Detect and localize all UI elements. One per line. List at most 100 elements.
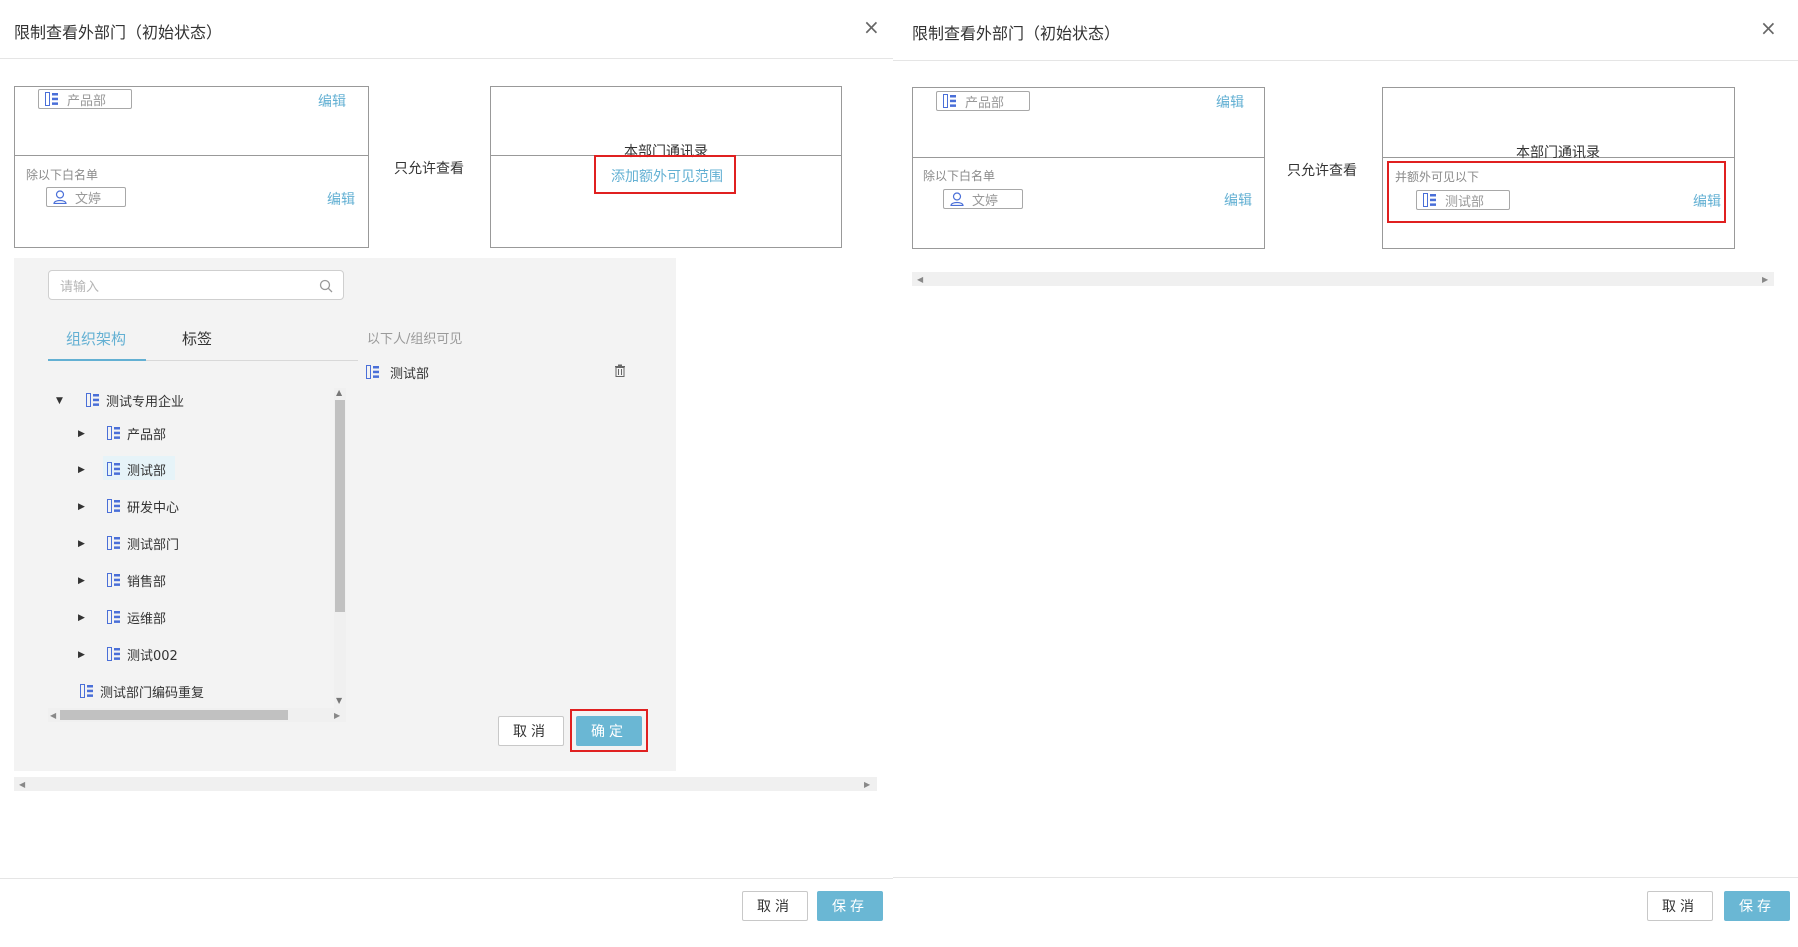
scroll-left-arrow-icon[interactable]: ◀ <box>50 711 56 720</box>
dept-icon <box>366 365 379 379</box>
highlight-box <box>570 709 648 752</box>
close-icon[interactable]: × <box>863 17 880 37</box>
tree-node[interactable]: 测试002 <box>107 643 178 665</box>
tab-org-structure[interactable]: 组织架构 <box>66 328 126 349</box>
tree-node-label: 测试002 <box>127 648 178 664</box>
dept-icon <box>107 499 120 513</box>
save-button[interactable]: 保存 <box>1724 891 1790 921</box>
dept-icon <box>1423 193 1436 207</box>
edit-link[interactable]: 编辑 <box>318 91 346 111</box>
dept-icon <box>107 462 120 476</box>
expand-caret-icon[interactable]: ▶ <box>78 429 85 439</box>
edit-link[interactable]: 编辑 <box>1224 190 1252 210</box>
tree-node[interactable]: 测试部 <box>107 458 166 480</box>
tree-horizontal-scrollbar[interactable]: ◀ ▶ <box>48 708 346 722</box>
expand-caret-icon[interactable]: ▶ <box>78 539 85 549</box>
search-icon <box>319 279 333 293</box>
dept-icon <box>80 684 93 698</box>
tree-node-label: 测试专用企业 <box>106 394 185 410</box>
expand-caret-icon[interactable]: ▶ <box>78 613 85 623</box>
expand-caret-icon[interactable]: ▶ <box>78 502 85 512</box>
tree-node[interactable]: 研发中心 <box>107 495 179 517</box>
right-dialog: 限制查看外部门（初始状态） × 产品部 编辑 除以下白名单 文婷 编辑 只允许查… <box>893 0 1798 947</box>
user-tag-label: 文婷 <box>75 191 102 207</box>
tree-node[interactable]: 测试专用企业 <box>86 389 184 411</box>
scroll-right-arrow-icon[interactable]: ▶ <box>864 780 870 789</box>
selected-item-label: 测试部 <box>390 366 430 382</box>
scroll-down-arrow-icon[interactable]: ▼ <box>336 696 342 705</box>
dept-icon <box>107 426 120 440</box>
only-allow-label: 只允许查看 <box>1287 163 1357 179</box>
selected-item: 测试部 <box>366 361 429 383</box>
dept-icon <box>45 92 58 106</box>
close-icon[interactable]: × <box>1760 18 1777 38</box>
footer-divider <box>893 877 1798 878</box>
dept-tag: 产品部 <box>936 91 1030 111</box>
tab-divider <box>146 360 358 361</box>
whitelist-label: 除以下白名单 <box>923 169 996 183</box>
tree-node-label: 测试部门编码重复 <box>100 685 205 701</box>
search-box[interactable] <box>48 270 344 300</box>
tree-node-label: 测试部门 <box>127 537 180 553</box>
tree-vertical-scrollbar[interactable]: ▲ ▼ <box>334 388 346 708</box>
scope-box-divider <box>14 155 368 156</box>
user-tag-label: 文婷 <box>972 193 999 209</box>
scope-box-divider <box>912 157 1264 158</box>
dialog-title: 限制查看外部门（初始状态） <box>912 24 1121 43</box>
expand-caret-icon[interactable]: ▶ <box>78 465 85 475</box>
only-allow-label: 只允许查看 <box>394 161 464 177</box>
tree-node[interactable]: 测试部门编码重复 <box>80 680 204 702</box>
dialog-title: 限制查看外部门（初始状态） <box>14 23 223 42</box>
footer-divider <box>0 878 893 879</box>
dept-tag-label: 测试部 <box>1445 194 1485 210</box>
dept-tag: 测试部 <box>1416 190 1510 210</box>
user-icon <box>53 190 67 204</box>
trash-icon[interactable] <box>614 364 626 377</box>
dept-icon <box>107 536 120 550</box>
tab-active-underline <box>48 359 146 361</box>
edit-link[interactable]: 编辑 <box>1693 191 1721 211</box>
edit-link[interactable]: 编辑 <box>327 189 355 209</box>
tree-node[interactable]: 销售部 <box>107 569 166 591</box>
search-input[interactable] <box>58 278 282 295</box>
scroll-up-arrow-icon[interactable]: ▲ <box>336 388 342 397</box>
add-extra-scope-link[interactable]: 添加额外可见范围 <box>611 166 723 186</box>
visible-to-label: 以下人/组织可见 <box>367 332 463 347</box>
scrollbar-thumb[interactable] <box>60 710 288 720</box>
collapse-caret-icon[interactable]: ▼ <box>56 396 63 406</box>
cancel-button[interactable]: 取消 <box>742 891 808 921</box>
horizontal-scrollbar[interactable]: ◀ ▶ <box>912 272 1774 286</box>
horizontal-scrollbar[interactable]: ◀ ▶ <box>14 777 877 791</box>
scroll-right-arrow-icon[interactable]: ▶ <box>334 711 340 720</box>
scroll-right-arrow-icon[interactable]: ▶ <box>1762 275 1768 284</box>
expand-caret-icon[interactable]: ▶ <box>78 650 85 660</box>
dept-tag-label: 产品部 <box>965 95 1005 111</box>
tab-labels[interactable]: 标签 <box>182 328 212 349</box>
edit-link[interactable]: 编辑 <box>1216 92 1244 112</box>
tree-node[interactable]: 测试部门 <box>107 532 179 554</box>
expand-caret-icon[interactable]: ▶ <box>78 576 85 586</box>
user-tag: 文婷 <box>943 189 1023 209</box>
header-divider <box>893 60 1798 61</box>
dept-icon <box>107 610 120 624</box>
dept-contacts-label: 本部门通讯录 <box>1516 145 1600 161</box>
dept-icon <box>107 573 120 587</box>
header-divider <box>0 58 893 59</box>
dept-tag-label: 产品部 <box>67 93 107 109</box>
cancel-button[interactable]: 取消 <box>498 716 564 746</box>
dept-icon <box>107 647 120 661</box>
tree-node-label: 测试部 <box>127 463 167 479</box>
user-icon <box>950 192 964 206</box>
save-button[interactable]: 保存 <box>817 891 883 921</box>
scroll-left-arrow-icon[interactable]: ◀ <box>19 780 25 789</box>
tree-node[interactable]: 产品部 <box>107 422 166 444</box>
tree-node-label: 研发中心 <box>127 500 180 516</box>
dept-icon <box>86 393 99 407</box>
tree-node[interactable]: 运维部 <box>107 606 166 628</box>
scroll-left-arrow-icon[interactable]: ◀ <box>917 275 923 284</box>
cancel-button[interactable]: 取消 <box>1647 891 1713 921</box>
scrollbar-thumb[interactable] <box>335 400 345 612</box>
dept-icon <box>943 94 956 108</box>
left-dialog: 限制查看外部门（初始状态） × 产品部 编辑 除以下白名单 文婷 编辑 只允许查… <box>0 0 893 947</box>
extra-visible-label: 并额外可见以下 <box>1395 170 1480 184</box>
